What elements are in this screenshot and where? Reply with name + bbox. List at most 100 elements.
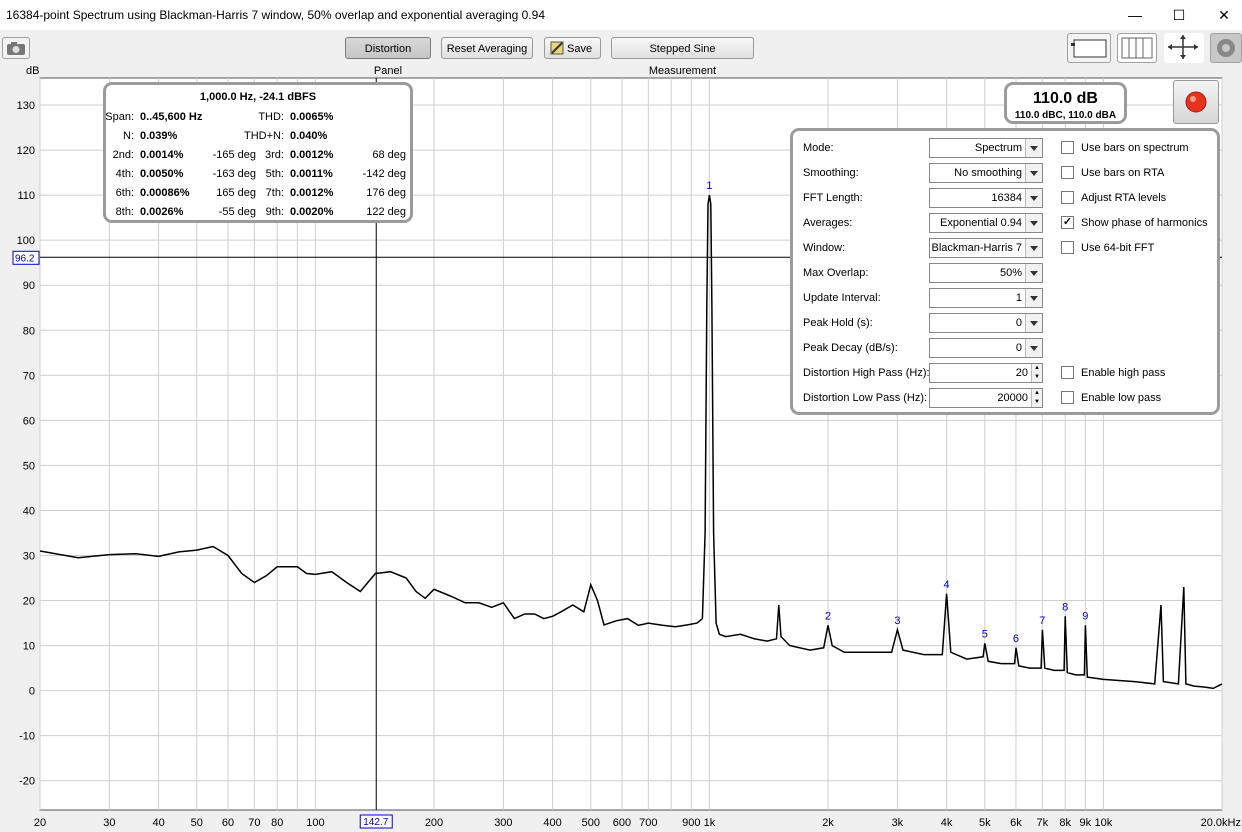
distortion-panel-button[interactable]: Distortion Panel <box>345 37 431 77</box>
checkbox[interactable] <box>1061 241 1074 254</box>
checkbox-label[interactable]: Use bars on RTA <box>1081 167 1164 179</box>
setting-dropdown[interactable]: 0 <box>929 338 1043 358</box>
record-icon <box>1185 91 1207 113</box>
distortion-value: 0.039% <box>140 130 178 142</box>
chevron-down-icon[interactable] <box>1025 214 1042 232</box>
harmonic-marker: 7 <box>1039 615 1045 627</box>
checkbox-label[interactable]: Use bars on spectrum <box>1081 142 1189 154</box>
setting-dropdown[interactable]: Exponential 0.94 <box>929 213 1043 233</box>
distortion-label: 8th: <box>115 206 134 218</box>
chevron-down-icon[interactable] <box>1025 314 1042 332</box>
spinner-arrows-icon[interactable]: ▲ ▼ <box>1031 389 1042 407</box>
checkbox[interactable] <box>1061 191 1074 204</box>
y-tick-label: 100 <box>17 235 35 247</box>
distortion-phase: -165 deg <box>212 149 256 161</box>
distortion-label: 3rd: <box>265 149 284 161</box>
x-tick-label: 20.0kHz <box>1201 817 1241 829</box>
setting-spinner[interactable]: 20000 ▲ ▼ <box>929 388 1043 408</box>
camera-icon <box>7 42 25 55</box>
y-tick-label: 30 <box>23 550 35 562</box>
chevron-down-icon[interactable] <box>1025 164 1042 182</box>
checkbox-label[interactable]: Adjust RTA levels <box>1081 192 1166 204</box>
checkbox[interactable] <box>1061 391 1074 404</box>
setting-label: Averages: <box>803 217 853 229</box>
spinner-arrows-icon[interactable]: ▲ ▼ <box>1031 364 1042 382</box>
checkbox[interactable] <box>1061 366 1074 379</box>
checkbox[interactable] <box>1061 166 1074 179</box>
setting-dropdown[interactable]: No smoothing <box>929 163 1043 183</box>
x-tick-label: 80 <box>271 817 283 829</box>
chevron-down-icon[interactable] <box>1025 264 1042 282</box>
x-tick-label: 60 <box>222 817 234 829</box>
setting-dropdown[interactable]: Spectrum <box>929 138 1043 158</box>
checkbox[interactable] <box>1061 141 1074 154</box>
distortion-panel[interactable]: 1,000.0 Hz, -24.1 dBFS Span: 0..45,600 Hz… <box>103 82 413 223</box>
distortion-label: 5th: <box>265 168 284 180</box>
setting-label: Peak Decay (dB/s): <box>803 342 898 354</box>
setting-value: 0 <box>1015 317 1022 329</box>
harmonic-marker: 4 <box>944 579 950 591</box>
y-tick-label: 110 <box>17 190 35 202</box>
window-title: 16384-point Spectrum using Blackman-Harr… <box>6 8 545 22</box>
distortion-phase: 68 deg <box>372 149 406 161</box>
close-button[interactable]: ✕ <box>1209 4 1239 26</box>
harmonic-marker: 8 <box>1062 601 1068 613</box>
distortion-value: 0..45,600 Hz <box>140 111 203 123</box>
chevron-down-icon[interactable] <box>1025 139 1042 157</box>
checkbox-label[interactable]: Use 64-bit FFT <box>1081 242 1154 254</box>
x-tick-label: 700 <box>639 817 657 829</box>
cursor-db-readout: 96.2 <box>15 253 35 264</box>
maximize-button[interactable]: ☐ <box>1164 4 1194 26</box>
camera-button[interactable] <box>2 37 30 59</box>
stepped-sine-button[interactable]: Stepped Sine Measurement <box>611 37 754 77</box>
x-tick-label: 1k <box>704 817 716 829</box>
setting-spinner[interactable]: 20 ▲ ▼ <box>929 363 1043 383</box>
setting-value: 20 <box>1015 367 1028 379</box>
setting-value: 16384 <box>991 192 1022 204</box>
setting-value: 1 <box>1015 292 1022 304</box>
reset-averaging-button[interactable]: Reset Averaging <box>441 37 533 59</box>
distortion-phase: 176 deg <box>366 187 406 199</box>
setting-dropdown[interactable]: Blackman-Harris 7 <box>929 238 1043 258</box>
graph-layout-button[interactable] <box>1067 33 1111 63</box>
setting-label: Max Overlap: <box>803 267 869 279</box>
record-button[interactable] <box>1173 80 1219 124</box>
harmonic-marker: 6 <box>1013 633 1019 645</box>
chevron-down-icon[interactable] <box>1025 289 1042 307</box>
bars-layout-button[interactable] <box>1117 33 1157 63</box>
settings-panel[interactable]: Mode: Spectrum Smoothing: No smoothing FFT L… <box>790 128 1220 415</box>
chevron-down-icon[interactable] <box>1025 339 1042 357</box>
y-tick-label: 90 <box>23 280 35 292</box>
settings-button[interactable] <box>1210 33 1242 63</box>
save-label: Save <box>567 43 593 55</box>
x-tick-label: 10k <box>1095 817 1113 829</box>
y-tick-label: -20 <box>19 776 35 788</box>
setting-value: Blackman-Harris 7 <box>931 242 1022 254</box>
setting-dropdown[interactable]: 1 <box>929 288 1043 308</box>
distortion-value: 0.0050% <box>140 168 184 180</box>
checkbox-label[interactable]: Show phase of harmonics <box>1081 217 1208 229</box>
setting-label: Window: <box>803 242 846 254</box>
y-tick-label: 10 <box>23 641 35 653</box>
level-value: 110.0 dB <box>1033 90 1098 107</box>
checkbox[interactable]: ✓ <box>1061 216 1074 229</box>
chevron-down-icon[interactable] <box>1025 239 1042 257</box>
distortion-phase: 165 deg <box>216 187 256 199</box>
x-tick-label: 20 <box>34 817 46 829</box>
zoom-fit-button[interactable] <box>1164 33 1204 63</box>
distortion-label: THD+N: <box>243 130 284 142</box>
minimize-button[interactable]: — <box>1120 4 1150 26</box>
setting-dropdown[interactable]: 50% <box>929 263 1043 283</box>
distortion-value: 0.0065% <box>290 111 334 123</box>
setting-label: Peak Hold (s): <box>803 317 873 329</box>
setting-dropdown[interactable]: 16384 <box>929 188 1043 208</box>
distortion-phase: -55 deg <box>218 206 256 218</box>
distortion-value: 0.0014% <box>140 149 184 161</box>
save-button[interactable]: Save <box>544 37 601 59</box>
setting-dropdown[interactable]: 0 <box>929 313 1043 333</box>
chevron-down-icon[interactable] <box>1025 189 1042 207</box>
x-tick-label: 40 <box>152 817 164 829</box>
distortion-label: 2nd: <box>112 149 134 161</box>
checkbox-label[interactable]: Enable high pass <box>1081 367 1165 379</box>
checkbox-label[interactable]: Enable low pass <box>1081 392 1161 404</box>
